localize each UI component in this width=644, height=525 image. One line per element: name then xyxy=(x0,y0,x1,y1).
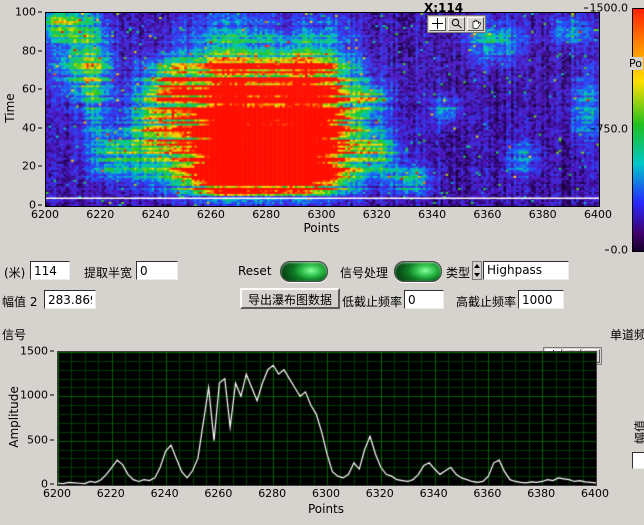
tick-label: 1000 xyxy=(20,389,54,402)
tick-label: 6300 xyxy=(308,208,336,221)
halfwidth-label: 提取半宽 xyxy=(84,264,132,281)
tick-label: 6380 xyxy=(527,487,555,500)
colorbar-tick-labels: 1500.0750.00.0 xyxy=(584,8,628,250)
right-partial-section-label: 单道频 xyxy=(610,326,644,343)
signal-y-axis-label: Amplitude xyxy=(7,386,21,448)
tick-label: 20 xyxy=(22,160,42,173)
tick-label: 40 xyxy=(22,121,42,134)
high-cutoff-input[interactable] xyxy=(518,290,564,309)
halfwidth-input[interactable] xyxy=(136,261,178,280)
signal-process-toggle-button[interactable] xyxy=(394,261,442,282)
tick-label: 1500.0 xyxy=(584,2,629,15)
meter-input[interactable] xyxy=(30,261,70,280)
tick-label: 1500 xyxy=(20,345,54,358)
tick-label: 6340 xyxy=(418,208,446,221)
filter-type-spinner[interactable] xyxy=(472,261,482,280)
waterfall-plot[interactable] xyxy=(45,12,600,207)
colorbar-partial-label: Po xyxy=(628,57,643,70)
export-waterfall-button[interactable]: 导出瀑布图数据 xyxy=(240,288,340,309)
tick-label: 60 xyxy=(22,83,42,96)
cursor-tool-button[interactable] xyxy=(429,17,446,31)
signal-section-label: 信号 xyxy=(2,326,26,343)
tick-label: 6280 xyxy=(258,487,286,500)
tick-label: 6280 xyxy=(252,208,280,221)
signal-y-ticks: 150010005000 xyxy=(22,351,54,484)
tick-label: 6240 xyxy=(151,487,179,500)
signal-process-label: 信号处理 xyxy=(340,264,388,281)
tick-label: 6260 xyxy=(197,208,225,221)
low-cutoff-label: 低截止频率 xyxy=(342,293,402,310)
waterfall-y-ticks: 100806040200 xyxy=(12,12,42,205)
tick-label: 100 xyxy=(15,6,42,19)
tick-label: 6200 xyxy=(31,208,59,221)
reset-toggle-button[interactable] xyxy=(280,261,328,282)
tick-label: 6220 xyxy=(86,208,114,221)
colorbar xyxy=(632,8,644,252)
right-edge-partial-vertical-label: 幅值 xyxy=(632,420,644,444)
reset-label: Reset xyxy=(238,264,272,278)
meter-label: (米) xyxy=(4,264,25,281)
tick-label: 6400 xyxy=(581,487,609,500)
signal-x-axis-label: Points xyxy=(57,502,595,516)
waterfall-graph-palette xyxy=(427,15,486,33)
tick-label: 6220 xyxy=(97,487,125,500)
amplitude2-input[interactable] xyxy=(44,290,96,309)
high-cutoff-label: 高截止频率 xyxy=(456,293,516,310)
hand-icon xyxy=(470,17,482,32)
tick-label: 6240 xyxy=(142,208,170,221)
zoom-tool-button[interactable] xyxy=(448,17,465,31)
labview-panel: X:114 Time 100806040200 6200622062406260… xyxy=(0,0,644,525)
tick-label: 6200 xyxy=(43,487,71,500)
tick-label: 6360 xyxy=(473,487,501,500)
signal-plot[interactable] xyxy=(57,351,597,486)
right-edge-partial-input[interactable] xyxy=(632,452,644,469)
tick-label: 6320 xyxy=(366,487,394,500)
tick-label: 0.0 xyxy=(605,244,629,257)
waterfall-x-axis-label: Points xyxy=(45,221,598,235)
waterfall-x-ticks: 6200622062406260628063006320634063606380… xyxy=(45,208,598,221)
magnifier-icon xyxy=(451,17,463,32)
tick-label: 6300 xyxy=(312,487,340,500)
tick-label: 6380 xyxy=(529,208,557,221)
tick-label: 6260 xyxy=(204,487,232,500)
low-cutoff-input[interactable] xyxy=(404,290,444,309)
tick-label: 500 xyxy=(27,433,54,446)
signal-x-ticks: 6200622062406260628063006320634063606380… xyxy=(57,487,595,500)
pan-tool-button[interactable] xyxy=(467,17,484,31)
amplitude2-label: 幅值 2 xyxy=(2,293,37,310)
tick-label: 6360 xyxy=(473,208,501,221)
tick-label: 6340 xyxy=(420,487,448,500)
tick-label: 80 xyxy=(22,44,42,57)
filter-type-dropdown[interactable]: Highpass xyxy=(483,261,569,280)
filter-type-label: 类型 xyxy=(446,264,470,281)
tick-label: 6320 xyxy=(363,208,391,221)
tick-label: 750.0 xyxy=(591,123,629,136)
crosshair-icon xyxy=(432,17,443,32)
